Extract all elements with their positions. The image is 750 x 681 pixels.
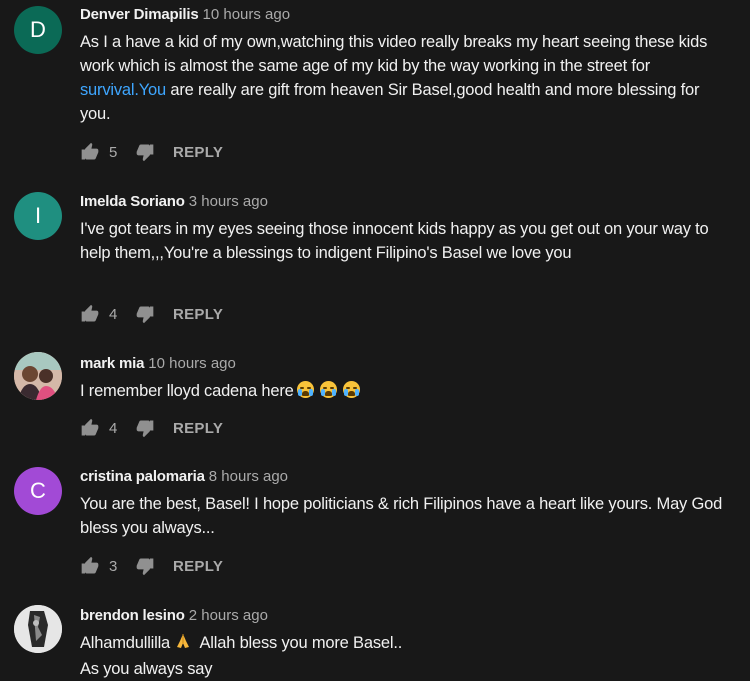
avatar-photo-icon bbox=[14, 352, 62, 400]
comment-time[interactable]: 2 hours ago bbox=[189, 607, 268, 624]
comment-text: I remember lloyd cadena here bbox=[80, 379, 730, 403]
dislike-icon[interactable] bbox=[135, 142, 155, 162]
like-icon[interactable] bbox=[80, 556, 100, 576]
praying-hands-icon bbox=[174, 632, 192, 657]
avatar[interactable] bbox=[14, 352, 62, 400]
comment-actions: 4 REPLY bbox=[80, 302, 223, 326]
like-icon[interactable] bbox=[80, 304, 100, 324]
like-count: 3 bbox=[109, 557, 118, 575]
avatar[interactable] bbox=[14, 605, 62, 653]
dislike-icon[interactable] bbox=[135, 418, 155, 438]
like-icon[interactable] bbox=[80, 142, 100, 162]
comment-author[interactable]: cristina palomaria bbox=[80, 468, 205, 485]
comment-author[interactable]: mark mia bbox=[80, 355, 144, 372]
like-count: 5 bbox=[109, 143, 118, 161]
comment-text: I've got tears in my eyes seeing those i… bbox=[80, 220, 709, 262]
comment-text-part: are really are gift from heaven Sir Base… bbox=[80, 81, 700, 123]
reply-button[interactable]: REPLY bbox=[173, 558, 223, 575]
comment-author[interactable]: Denver Dimapilis bbox=[80, 6, 199, 23]
comment-text-part: I remember lloyd cadena here bbox=[80, 382, 294, 400]
comment-actions: 5 REPLY bbox=[80, 140, 223, 164]
hashtag-link[interactable]: survival.You bbox=[80, 81, 166, 99]
avatar-letter: C bbox=[30, 478, 46, 503]
avatar-letter: I bbox=[34, 203, 42, 228]
comment-time[interactable]: 8 hours ago bbox=[209, 468, 288, 485]
comment-time[interactable]: 10 hours ago bbox=[148, 355, 236, 372]
like-count: 4 bbox=[109, 419, 118, 437]
comment-author[interactable]: Imelda Soriano bbox=[80, 193, 185, 210]
crying-emoji-icon bbox=[319, 381, 337, 398]
dislike-icon[interactable] bbox=[135, 304, 155, 324]
comment-actions: 4 REPLY bbox=[80, 416, 223, 440]
reply-button[interactable]: REPLY bbox=[173, 420, 223, 437]
avatar[interactable]: C bbox=[14, 467, 62, 515]
comment-time[interactable]: 10 hours ago bbox=[203, 6, 291, 23]
comment-text: Alhamdullilla Allah bless you more Basel… bbox=[80, 631, 730, 681]
comment-text: As I a have a kid of my own,watching thi… bbox=[80, 30, 730, 126]
crying-emoji-icon bbox=[296, 381, 314, 398]
comment-text-part: As I a have a kid of my own,watching thi… bbox=[80, 33, 708, 75]
like-icon[interactable] bbox=[80, 418, 100, 438]
reply-button[interactable]: REPLY bbox=[173, 306, 223, 323]
like-count: 4 bbox=[109, 305, 118, 323]
avatar[interactable]: D bbox=[14, 6, 62, 54]
comment-text-part: Alhamdullilla bbox=[80, 634, 171, 652]
comment-time[interactable]: 3 hours ago bbox=[189, 193, 268, 210]
comment-actions: 3 REPLY bbox=[80, 554, 223, 578]
crying-emoji-icon bbox=[342, 381, 360, 398]
dislike-icon[interactable] bbox=[135, 556, 155, 576]
comment-text: You are the best, Basel! I hope politici… bbox=[80, 495, 723, 537]
avatar-letter: D bbox=[30, 17, 46, 42]
comment-author[interactable]: brendon lesino bbox=[80, 607, 185, 624]
reply-button[interactable]: REPLY bbox=[173, 144, 223, 161]
avatar-photo-icon bbox=[14, 605, 62, 653]
avatar[interactable]: I bbox=[14, 192, 62, 240]
comment-text-part: Allah bless you more Basel.. bbox=[196, 634, 403, 652]
comment-text-part: As you always say bbox=[80, 660, 213, 678]
